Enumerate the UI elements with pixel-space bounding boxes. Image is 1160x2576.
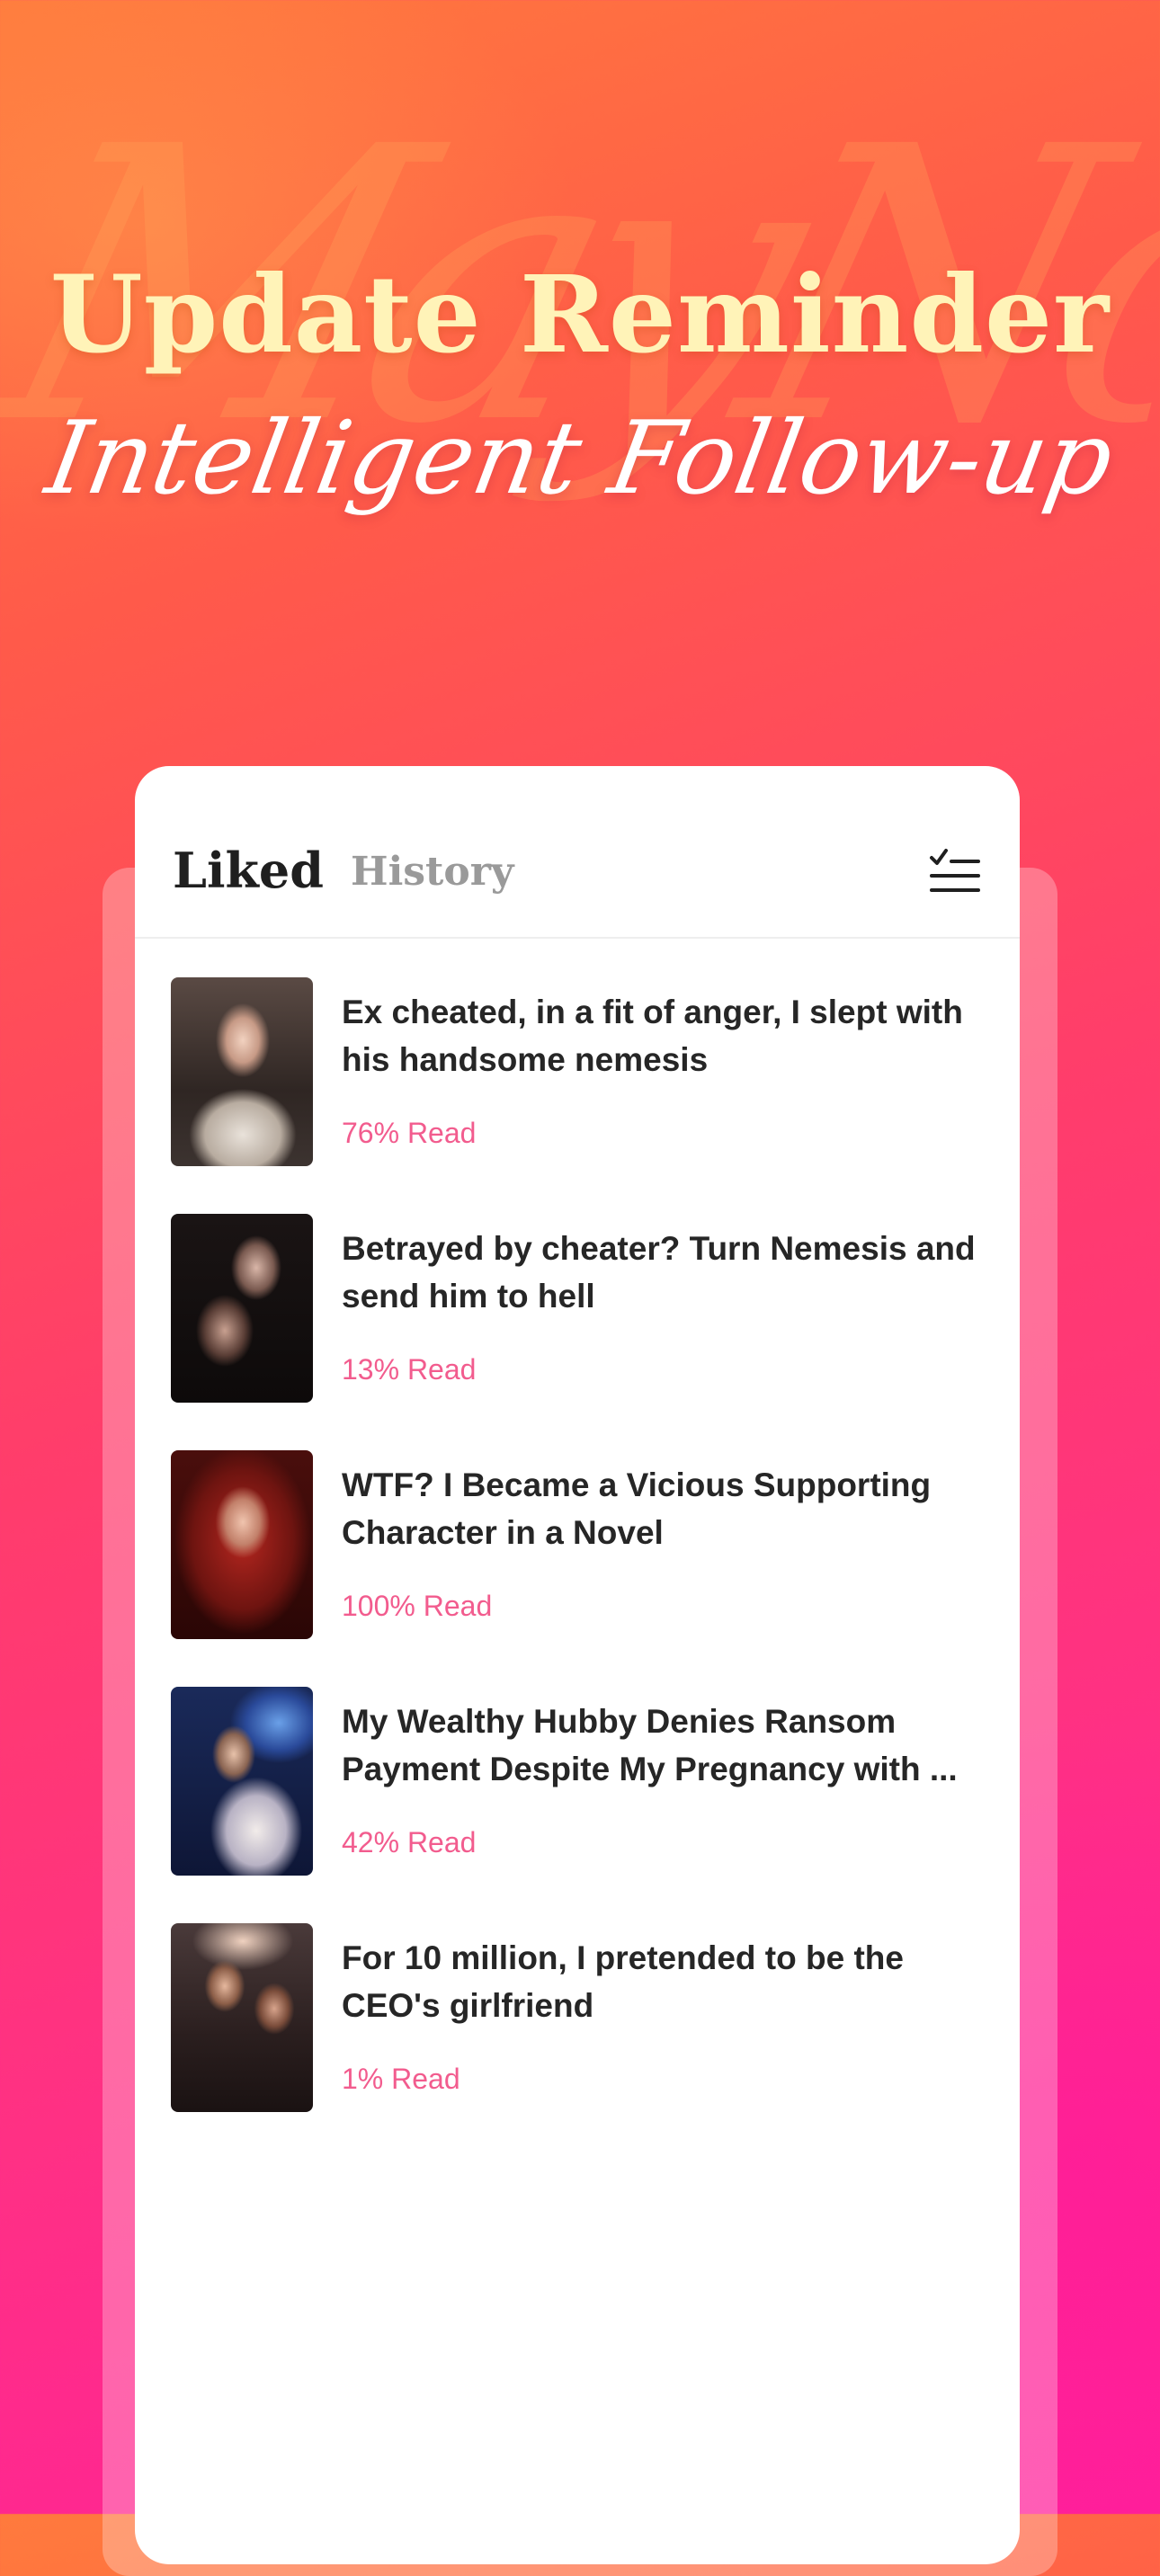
list-item[interactable]: My Wealthy Hubby Denies Ransom Payment D… <box>171 1687 989 1877</box>
book-cover[interactable] <box>171 1923 313 2112</box>
list-item[interactable]: For 10 million, I pretended to be the CE… <box>171 1923 989 2114</box>
list-item[interactable]: Ex cheated, in a fit of anger, I slept w… <box>171 977 989 1168</box>
tab-bar: Liked History <box>135 766 1020 939</box>
book-title[interactable]: For 10 million, I pretended to be the CE… <box>342 1934 989 2029</box>
read-progress: 76% Read <box>342 1117 477 1149</box>
read-progress: 100% Read <box>342 1590 493 1622</box>
book-cover[interactable] <box>171 1687 313 1876</box>
list-item[interactable]: WTF? I Became a Vicious Supporting Chara… <box>171 1450 989 1641</box>
book-title[interactable]: WTF? I Became a Vicious Supporting Chara… <box>342 1461 989 1556</box>
promo-headline: Update Reminder <box>49 252 1111 377</box>
book-title[interactable]: My Wealthy Hubby Denies Ransom Payment D… <box>342 1698 989 1793</box>
book-title[interactable]: Ex cheated, in a fit of anger, I slept w… <box>342 988 989 1083</box>
read-progress: 13% Read <box>342 1353 477 1386</box>
promo-subline: Intelligent Follow-up <box>38 400 1122 517</box>
book-cover[interactable] <box>171 1450 313 1639</box>
read-progress: 42% Read <box>342 1826 477 1858</box>
tab-history[interactable]: History <box>351 849 513 895</box>
book-cover[interactable] <box>171 1214 313 1403</box>
list-item[interactable]: Betrayed by cheater? Turn Nemesis and se… <box>171 1214 989 1404</box>
library-card: Liked History Ex cheated, in a fit of an… <box>135 766 1020 2564</box>
tab-liked[interactable]: Liked <box>173 842 324 899</box>
book-cover[interactable] <box>171 977 313 1166</box>
book-title[interactable]: Betrayed by cheater? Turn Nemesis and se… <box>342 1225 989 1320</box>
read-progress: 1% Read <box>342 2063 460 2095</box>
checklist-icon[interactable] <box>926 845 982 901</box>
